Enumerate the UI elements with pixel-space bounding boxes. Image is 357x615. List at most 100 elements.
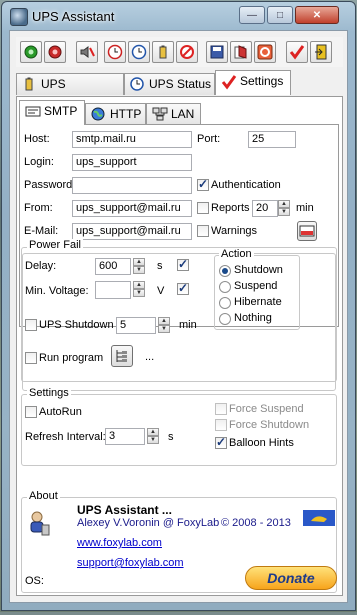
balloon-hints-checkbox[interactable]	[215, 435, 227, 449]
reports-input[interactable]: 20	[252, 200, 278, 217]
donate-button[interactable]: Donate	[245, 566, 337, 590]
ups-shutdown-spinner[interactable]: ▲ ▼	[158, 317, 170, 334]
reports-spinner[interactable]: ▲ ▼	[278, 200, 290, 217]
host-input[interactable]: smtp.mail.ru	[72, 131, 192, 148]
tab-smtp[interactable]: SMTP	[19, 100, 85, 125]
ups-shutdown-input[interactable]: 5	[116, 317, 156, 334]
action-nothing-radio[interactable]	[219, 313, 231, 325]
balloon-hints-label: Balloon Hints	[229, 437, 294, 449]
autorun-checkbox[interactable]	[25, 406, 37, 418]
clock-button[interactable]	[104, 41, 126, 63]
tree-icon	[116, 350, 127, 362]
action-title: Action	[219, 248, 254, 260]
os-label: OS:	[25, 575, 44, 587]
action-suspend-radio[interactable]	[219, 281, 231, 293]
tab-http[interactable]: HTTP	[85, 103, 146, 125]
apply-button[interactable]	[286, 41, 308, 63]
from-input[interactable]: ups_support@mail.ru	[72, 200, 192, 217]
schedule-button[interactable]	[128, 41, 150, 63]
about-app-name: UPS Assistant ...	[77, 503, 172, 517]
from-label: From:	[24, 202, 53, 214]
about-copyright: © 2008 - 2013	[221, 517, 291, 529]
tab-ups-status[interactable]: UPS Status	[124, 73, 215, 95]
help-icon	[257, 44, 273, 60]
save-button[interactable]	[206, 41, 228, 63]
run-program-checkbox[interactable]	[25, 352, 37, 364]
power-off-button[interactable]	[44, 41, 66, 63]
stop-button[interactable]	[176, 41, 198, 63]
test-mail-button[interactable]	[297, 221, 317, 241]
speaker-icon	[80, 46, 95, 58]
force-suspend-label: Force Suspend	[229, 403, 304, 415]
tab-label: Settings	[240, 74, 284, 88]
delay-input[interactable]: 600	[95, 258, 131, 275]
refresh-interval-label: Refresh Interval:	[25, 431, 106, 443]
reports-checkbox[interactable]	[197, 202, 209, 214]
port-input[interactable]: 25	[248, 131, 296, 148]
close-button[interactable]: ✕	[295, 6, 339, 24]
min-voltage-spinner[interactable]: ▲ ▼	[133, 281, 145, 298]
force-shutdown-checkbox[interactable]	[215, 419, 227, 431]
run-program-path: ...	[145, 351, 155, 363]
power-on-button[interactable]	[20, 41, 42, 63]
minimize-button[interactable]: —	[239, 6, 265, 24]
authentication-label: Authentication	[211, 179, 281, 191]
autorun-label: AutoRun	[39, 406, 82, 418]
mail-icon	[25, 106, 41, 117]
load-icon	[234, 45, 247, 59]
website-link[interactable]: www.foxylab.com	[77, 537, 162, 549]
exit-button[interactable]	[310, 41, 332, 63]
apply-check-icon	[289, 45, 305, 60]
action-hibernate-radio[interactable]	[219, 297, 231, 309]
power-fail-area: Power Fail Delay: 600 ▲▼ s Min. Voltage:…	[21, 239, 337, 382]
support-email-link[interactable]: support@foxylab.com	[77, 557, 184, 569]
refresh-interval-input[interactable]: 3	[105, 428, 145, 445]
notification-tabs: SMTP HTTP LAN	[19, 100, 337, 125]
tab-lan[interactable]: LAN	[146, 103, 201, 125]
sound-button[interactable]	[76, 41, 98, 63]
power-off-icon	[48, 45, 62, 59]
ups-shutdown-checkbox[interactable]	[25, 319, 37, 331]
maximize-button[interactable]: □	[267, 6, 293, 24]
refresh-interval-spinner[interactable]: ▲ ▼	[147, 428, 159, 445]
title-bar[interactable]: UPS Assistant — □ ✕	[2, 2, 355, 30]
login-input[interactable]: ups_support	[72, 154, 192, 171]
warnings-label: Warnings	[211, 225, 258, 237]
host-label: Host:	[24, 133, 50, 145]
tab-settings[interactable]: Settings	[215, 70, 291, 95]
browse-program-button[interactable]	[111, 345, 133, 367]
action-hibernate-label: Hibernate	[234, 296, 282, 308]
min-voltage-unit: V	[157, 285, 165, 297]
warnings-checkbox[interactable]	[197, 225, 209, 237]
force-suspend-checkbox[interactable]	[215, 403, 227, 415]
action-suspend-label: Suspend	[234, 280, 278, 292]
tab-ups-information[interactable]: UPS Information	[16, 73, 124, 112]
password-label: Password:	[24, 179, 76, 191]
battery-button[interactable]	[152, 41, 174, 63]
app-logo-icon	[30, 511, 50, 536]
toolbar	[16, 37, 343, 67]
action-shutdown-radio[interactable]	[219, 265, 231, 277]
ups-shutdown-unit: min	[179, 319, 197, 331]
min-voltage-checkbox[interactable]	[177, 281, 189, 295]
delay-spinner[interactable]: ▲ ▼	[133, 258, 145, 275]
check-icon	[221, 75, 237, 90]
delay-checkbox[interactable]	[177, 257, 189, 271]
load-button[interactable]	[230, 41, 252, 63]
min-voltage-input[interactable]	[95, 281, 131, 299]
battery-icon	[159, 45, 167, 59]
password-input[interactable]	[72, 177, 192, 194]
power-fail-title: Power Fail	[27, 239, 83, 251]
authentication-checkbox[interactable]	[197, 177, 209, 191]
login-label: Login:	[24, 156, 54, 168]
refresh-interval-unit: s	[168, 431, 174, 443]
tab-label: HTTP	[110, 107, 142, 121]
about-author: Alexey V.Voronin @ FoxyLab	[77, 517, 220, 529]
help-button[interactable]	[254, 41, 276, 63]
reports-label: Reports	[211, 202, 250, 214]
app-icon	[10, 8, 28, 26]
mail-icon	[299, 225, 315, 237]
force-shutdown-label: Force Shutdown	[229, 419, 310, 431]
email-input[interactable]: ups_support@mail.ru	[72, 223, 192, 240]
status-bar	[16, 601, 343, 615]
